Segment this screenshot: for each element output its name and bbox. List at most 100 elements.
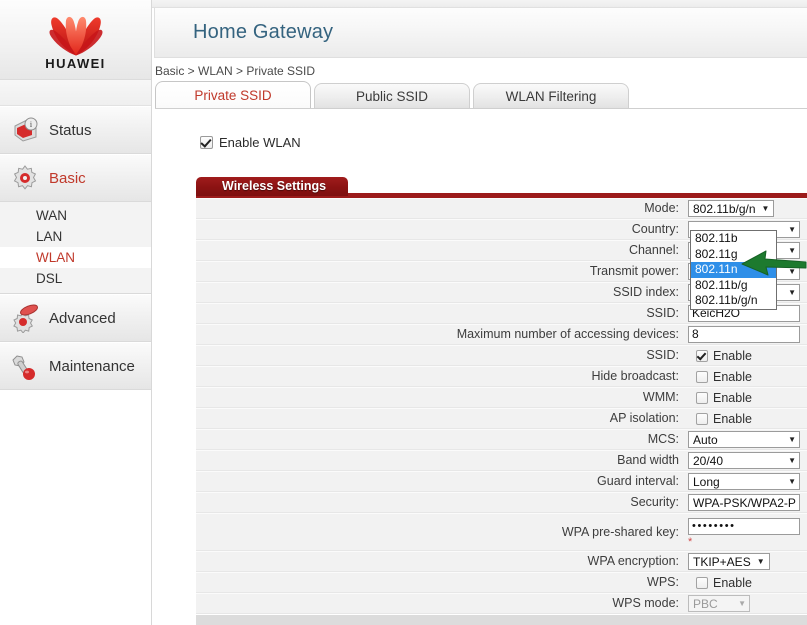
brand-logo: HUAWEI [0, 0, 151, 80]
hide-broadcast-label: Enable [713, 369, 752, 384]
row-wps: WPS: Enable [196, 572, 807, 593]
label-guard-interval: Guard interval: [597, 474, 679, 488]
security-select-value: WPA-PSK/WPA2-P [693, 495, 796, 510]
label-wps-mode: WPS mode: [612, 596, 679, 610]
label-max-devices: Maximum number of accessing devices: [456, 327, 679, 341]
tab-bar: Private SSID Public SSID WLAN Filtering [152, 81, 807, 108]
mode-option-802-11n[interactable]: 802.11n [691, 262, 776, 278]
huawei-flower-logo [48, 16, 103, 56]
ap-isolation-checkbox[interactable] [696, 412, 708, 425]
row-band-width: Band width 20/40 ▼ [196, 450, 807, 471]
sidebar-filler [0, 390, 151, 620]
label-wps: WPS: [647, 575, 679, 589]
row-mode: Mode: 802.11b/g/n ▼ [196, 198, 807, 219]
label-country: Country: [631, 222, 679, 236]
row-hide-broadcast: Hide broadcast: Enable [196, 366, 807, 387]
sidebar-item-basic[interactable]: Basic [0, 154, 151, 202]
max-devices-input[interactable]: 8 [688, 326, 800, 343]
sidebar-subnav-basic: WAN LAN WLAN DSL [0, 202, 151, 294]
row-wpa-key: WPA pre-shared key: •••••••• * [196, 513, 807, 551]
mode-select[interactable]: 802.11b/g/n ▼ [688, 200, 775, 217]
label-ssid-enable: SSID: [646, 348, 679, 362]
sidebar-spacer [0, 80, 151, 106]
wpa-encryption-select-value: TKIP+AES [693, 554, 751, 569]
wpa-encryption-select[interactable]: TKIP+AES ▼ [688, 553, 770, 570]
ap-isolation-label: Enable [713, 411, 752, 426]
status-info-icon: i [14, 117, 38, 142]
guard-interval-select-value: Long [693, 474, 720, 489]
wps-mode-select: PBC ▼ [688, 595, 750, 612]
sidebar-item-maintenance[interactable]: Maintenance [0, 342, 151, 390]
gear-icon [13, 165, 37, 190]
brand-name: HUAWEI [45, 55, 106, 71]
sidebar: HUAWEI i Status Basic WAN LAN WLAN DSL A… [0, 0, 152, 625]
label-wpa-key: WPA pre-shared key: [561, 525, 679, 539]
sidebar-subitem-dsl[interactable]: DSL [0, 268, 151, 289]
sidebar-item-label: Status [49, 121, 92, 139]
sidebar-item-label: Advanced [49, 309, 116, 327]
row-ssid-enable: SSID: Enable [196, 345, 807, 366]
row-wpa-encryption: WPA encryption: TKIP+AES ▼ [196, 551, 807, 572]
mode-option-802-11bg[interactable]: 802.11b/g [691, 278, 776, 294]
sidebar-item-label: Basic [49, 169, 86, 187]
wrench-icon [12, 355, 35, 380]
sidebar-subitem-wlan[interactable]: WLAN [0, 247, 151, 268]
breadcrumb: Basic > WLAN > Private SSID [155, 64, 316, 78]
label-mode: Mode: [644, 201, 679, 215]
chevron-down-icon: ▼ [788, 225, 796, 234]
label-ssid-name: SSID: [646, 306, 679, 320]
chevron-down-icon: ▼ [796, 498, 799, 507]
page-header: Home Gateway [154, 8, 807, 58]
sidebar-subitem-wan[interactable]: WAN [0, 205, 151, 226]
wps-mode-select-value: PBC [693, 596, 718, 611]
sidebar-item-label: Maintenance [49, 357, 135, 375]
band-width-select-value: 20/40 [693, 453, 724, 468]
mode-select-value: 802.11b/g/n [693, 201, 756, 216]
chevron-down-icon: ▼ [788, 456, 796, 465]
mode-option-802-11g[interactable]: 802.11g [691, 247, 776, 263]
tab-wlan-filtering[interactable]: WLAN Filtering [473, 83, 629, 108]
wmm-checkbox[interactable] [696, 391, 708, 404]
band-width-select[interactable]: 20/40 ▼ [688, 452, 800, 469]
wmm-label: Enable [713, 390, 752, 405]
mode-option-802-11b[interactable]: 802.11b [691, 231, 776, 247]
label-ssid-index: SSID index: [612, 285, 679, 299]
security-select[interactable]: WPA-PSK/WPA2-P ▼ [688, 494, 800, 511]
top-strip [152, 0, 807, 8]
wps-label: Enable [713, 575, 752, 590]
label-band-width: Band width [617, 453, 679, 467]
chevron-down-icon: ▼ [788, 435, 796, 444]
mcs-select[interactable]: Auto ▼ [688, 431, 800, 448]
row-security: Security: WPA-PSK/WPA2-P ▼ [196, 492, 807, 513]
advanced-gears-icon [13, 304, 38, 333]
ssid-enable-checkbox[interactable] [696, 349, 708, 362]
label-ap-isolation: AP isolation: [609, 411, 679, 425]
row-mcs: MCS: Auto ▼ [196, 429, 807, 450]
hide-broadcast-checkbox[interactable] [696, 370, 708, 383]
mode-option-802-11bgn[interactable]: 802.11b/g/n [691, 293, 776, 309]
row-guard-interval: Guard interval: Long ▼ [196, 471, 807, 492]
label-wmm: WMM: [642, 390, 679, 404]
chevron-down-icon: ▼ [756, 557, 765, 566]
tab-private-ssid[interactable]: Private SSID [155, 81, 311, 108]
wpa-key-input[interactable]: •••••••• [688, 517, 800, 535]
mode-dropdown-list[interactable]: 802.11b 802.11g 802.11n 802.11b/g 802.11… [690, 230, 777, 310]
sidebar-item-advanced[interactable]: Advanced [0, 294, 151, 342]
wps-checkbox[interactable] [696, 576, 708, 589]
sidebar-subitem-lan[interactable]: LAN [0, 226, 151, 247]
section-rule [348, 193, 807, 196]
main-content: Home Gateway Basic > WLAN > Private SSID… [152, 0, 807, 625]
label-channel: Channel: [628, 243, 679, 257]
chevron-down-icon: ▼ [788, 246, 796, 255]
row-max-devices: Maximum number of accessing devices: 8 [196, 324, 807, 345]
label-security: Security: [630, 495, 679, 509]
label-transmit-power: Transmit power: [589, 264, 679, 278]
section-title: Wireless Settings [196, 177, 349, 196]
enable-wlan-checkbox[interactable] [200, 135, 213, 149]
enable-wlan-row[interactable]: Enable WLAN [152, 131, 807, 153]
tab-public-ssid[interactable]: Public SSID [314, 83, 470, 108]
ssid-enable-label: Enable [713, 348, 752, 363]
sidebar-item-status[interactable]: i Status [0, 106, 151, 154]
guard-interval-select[interactable]: Long ▼ [688, 473, 800, 490]
label-hide-broadcast: Hide broadcast: [591, 369, 679, 383]
